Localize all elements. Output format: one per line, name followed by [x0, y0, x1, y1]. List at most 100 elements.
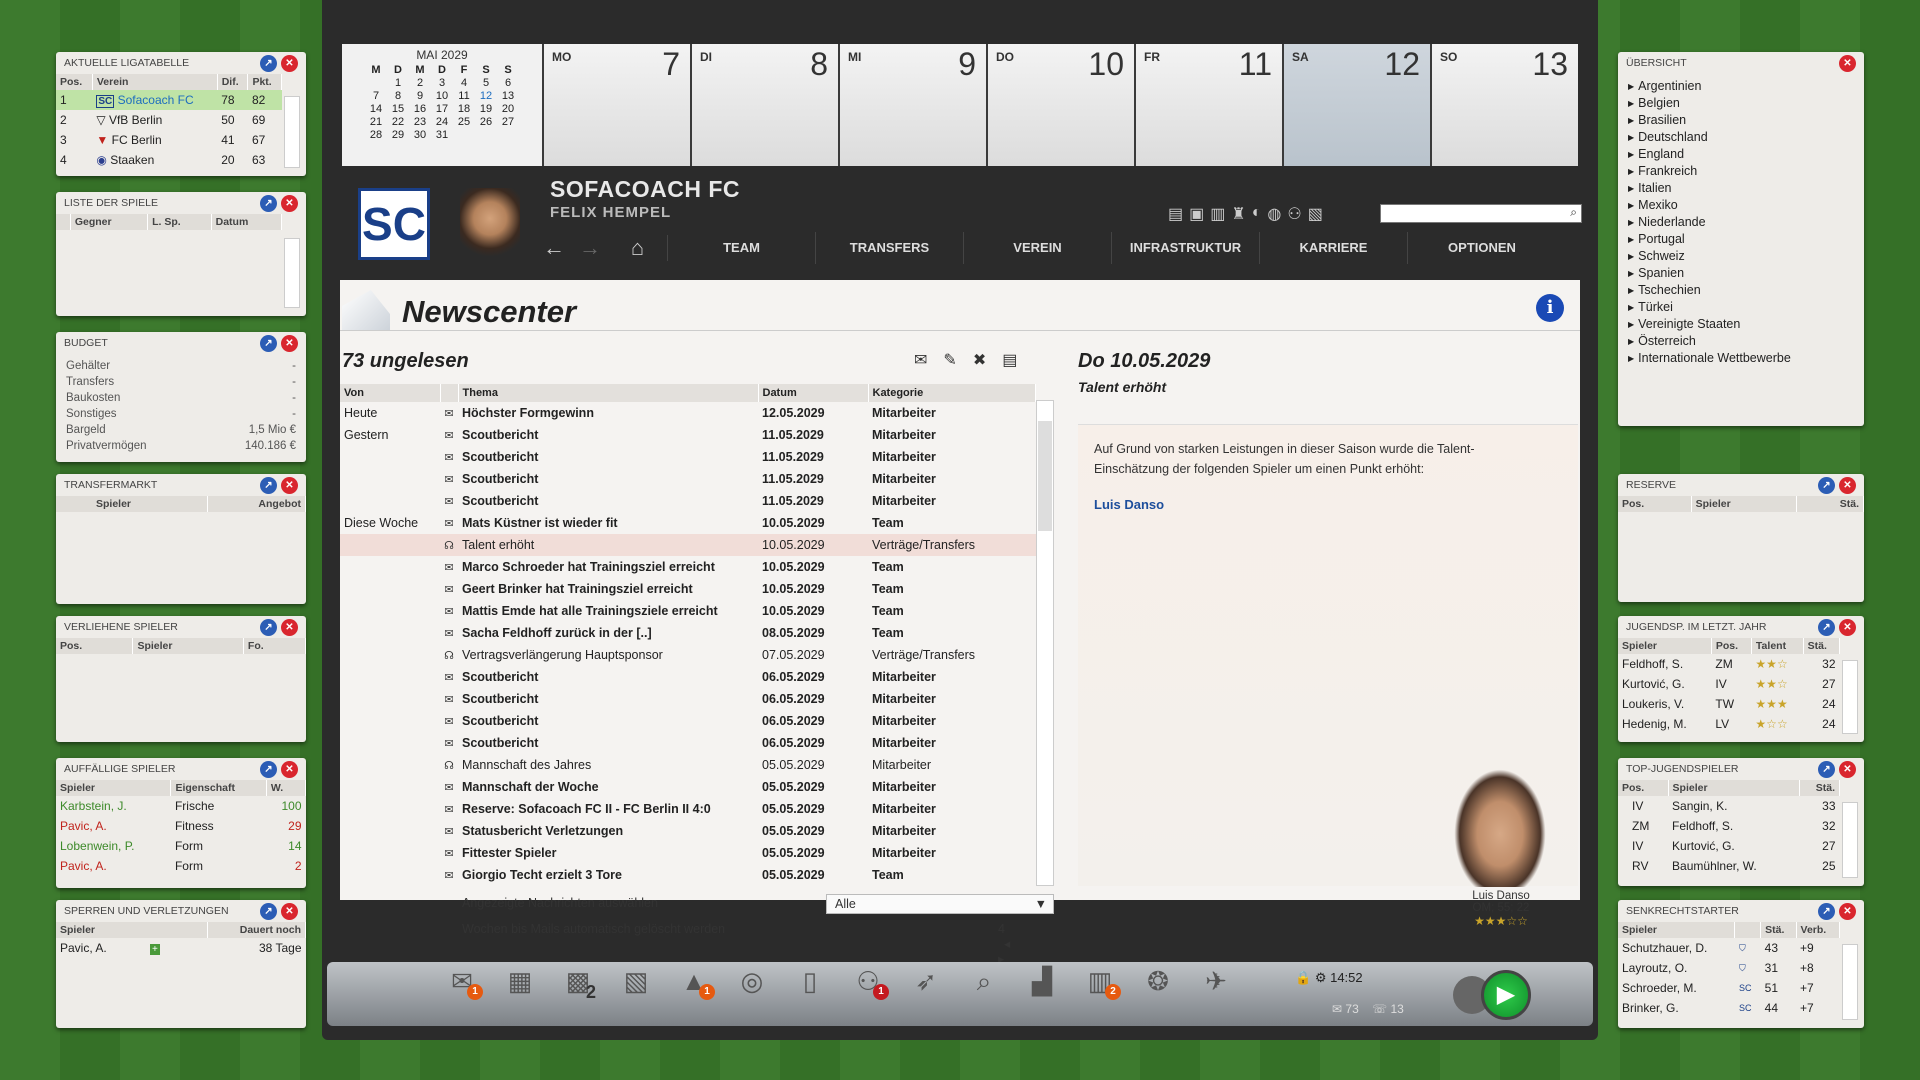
message-row[interactable]: Heute ✉ Höchster Formgewinn 12.05.2029 Mitar… — [340, 402, 1036, 424]
info-icon[interactable]: i — [1536, 294, 1564, 322]
tree-item[interactable]: Brasilien — [1628, 112, 1854, 129]
day-column[interactable]: DO 10 — [986, 44, 1134, 166]
calendar-day[interactable] — [453, 129, 475, 142]
calendar-icon[interactable]: ▣ — [1189, 204, 1204, 224]
scouting-icon[interactable]: ➶ — [909, 966, 943, 998]
archive-icon[interactable]: ▤ — [1002, 350, 1017, 370]
table-row[interactable]: Feldhoff, S. ZM ★★☆ 32 — [1618, 654, 1840, 674]
documents-icon[interactable]: ▧ — [1308, 204, 1323, 224]
close-icon[interactable]: ✕ — [1839, 476, 1856, 494]
lock-icon[interactable]: 🔒 — [1295, 970, 1311, 985]
expand-icon[interactable]: ↗ — [260, 194, 277, 212]
message-row[interactable]: ✉ Scoutbericht 06.05.2029 Mitarbeiter — [340, 688, 1036, 710]
calendar-day[interactable]: 29 — [387, 129, 409, 142]
tree-item[interactable]: Belgien — [1628, 95, 1854, 112]
table-row[interactable]: Schroeder, M. SC 51 +7 — [1618, 978, 1840, 998]
table-row[interactable]: ZM Feldhoff, S. 32 — [1618, 816, 1840, 836]
message-row[interactable]: ✉ Statusbericht Verletzungen 05.05.2029 Mit… — [340, 820, 1036, 842]
message-row[interactable]: ☊ Talent erhöht 10.05.2029 Verträge/Transfe… — [340, 534, 1036, 556]
calendar-day[interactable]: 31 — [431, 129, 453, 142]
calendar-day[interactable]: 6 — [497, 77, 519, 90]
table-row[interactable]: 2 ▽ VfB Berlin 50 69 — [56, 110, 282, 130]
tree-item[interactable]: Schweiz — [1628, 248, 1854, 265]
mini-calendar[interactable]: MAI 2029 M D M D F S S 1 2 3 4 5 6 7 8 9 10 11 12 13 14 15 16 1… — [342, 44, 542, 166]
news-icon[interactable]: ▤ — [1168, 204, 1183, 224]
tree-item[interactable]: Italien — [1628, 180, 1854, 197]
col-header[interactable]: Von — [340, 384, 441, 402]
table-row[interactable]: Brinker, G. SC 44 +7 — [1618, 998, 1840, 1018]
books-icon[interactable]: ▥ 2 — [1083, 966, 1121, 1000]
filter-select[interactable]: Alle ▼ — [826, 894, 1054, 914]
tree-item[interactable]: Frankreich — [1628, 163, 1854, 180]
tree-item[interactable]: Argentinien — [1628, 78, 1854, 95]
message-row[interactable]: ✉ Reserve: Sofacoach FC II - FC Berlin II… — [340, 798, 1036, 820]
tree-item[interactable]: Deutschland — [1628, 129, 1854, 146]
scrollbar[interactable] — [284, 238, 300, 308]
close-icon[interactable]: ✕ — [281, 760, 298, 778]
calendar-day[interactable] — [497, 129, 519, 142]
message-row[interactable]: ✉ Mannschaft der Woche 05.05.2029 Mitarbeit… — [340, 776, 1036, 798]
scrollbar[interactable] — [1842, 802, 1858, 878]
delete-mail-icon[interactable]: ✖ — [973, 350, 986, 370]
scrollbar[interactable] — [284, 96, 300, 168]
calendar-day[interactable]: 16 — [409, 103, 431, 116]
continue-play-button[interactable]: ▶ — [1481, 970, 1531, 1020]
table-row[interactable]: RV Baumühlner, W. 25 — [1618, 856, 1840, 876]
calendar-day[interactable]: 28 — [365, 129, 387, 142]
globe-icon[interactable]: ◍ — [1267, 204, 1281, 224]
expand-icon[interactable]: ↗ — [260, 618, 277, 636]
table-row[interactable]: Pavic, A. Fitness 29 — [56, 816, 306, 836]
message-row[interactable]: ☊ Vertragsverlängerung Hauptsponsor 07.05.… — [340, 644, 1036, 666]
col-header[interactable]: Thema — [458, 384, 759, 402]
close-icon[interactable]: ✕ — [281, 476, 298, 494]
expand-icon[interactable]: ↗ — [1818, 760, 1835, 778]
calendar-day[interactable]: 10 — [431, 90, 453, 103]
table-row[interactable]: Lobenwein, P. Form 14 — [56, 836, 306, 856]
weeks-stepper[interactable]: 4 ◂ ▸ — [998, 922, 1010, 966]
expand-icon[interactable]: ↗ — [1818, 902, 1835, 920]
table-row[interactable]: Loukeris, V. TW ★★★ 24 — [1618, 694, 1840, 714]
message-row[interactable]: ☊ Mannschaft des Jahres 05.05.2029 Mitarbei… — [340, 754, 1036, 776]
message-row[interactable]: ✉ Geert Brinker hat Trainingsziel erreich… — [340, 578, 1036, 600]
message-row[interactable]: ✉ Mattis Emde hat alle Trainingsziele err… — [340, 600, 1036, 622]
day-column[interactable]: FR 11 — [1134, 44, 1282, 166]
calendar-day[interactable]: 9 — [409, 90, 431, 103]
table-row[interactable]: 1 SC Sofacoach FC 78 82 — [56, 90, 282, 110]
message-row[interactable]: Diese Woche ✉ Mats Küstner ist wieder fit 1… — [340, 512, 1036, 534]
message-row[interactable]: ✉ Scoutbericht 06.05.2029 Mitarbeiter — [340, 666, 1036, 688]
day-column[interactable]: MI 9 — [838, 44, 986, 166]
table-row[interactable]: 4 ◉ Staaken 20 63 — [56, 150, 282, 170]
player-link[interactable]: Luis Danso — [1094, 497, 1164, 512]
table-row[interactable]: 3 ▼ FC Berlin 41 67 — [56, 130, 282, 150]
calendar-day[interactable]: 25 — [453, 116, 475, 129]
message-row[interactable]: ✉ Sacha Feldhoff zurück in der [..] 08.05.… — [340, 622, 1036, 644]
scrollbar[interactable] — [1842, 660, 1858, 734]
calendar-day[interactable]: 20 — [497, 103, 519, 116]
calendar-day[interactable]: 30 — [409, 129, 431, 142]
youth-icon[interactable]: ✈ — [1199, 966, 1233, 998]
close-icon[interactable]: ✕ — [281, 618, 298, 636]
forward-arrow-icon[interactable]: → — [572, 235, 608, 261]
calendar-day[interactable]: 5 — [475, 77, 497, 90]
gear-icon[interactable]: ⚙ — [1315, 970, 1327, 985]
tree-item[interactable]: Österreich — [1628, 333, 1854, 350]
close-icon[interactable]: ✕ — [281, 334, 298, 352]
trophy-icon[interactable]: ♜ — [1231, 204, 1245, 224]
tree-item[interactable]: Türkei — [1628, 299, 1854, 316]
ball-icon[interactable]: ◎ — [735, 966, 769, 998]
message-row[interactable]: ✉ Marco Schroeder hat Trainingsziel errei… — [340, 556, 1036, 578]
col-header[interactable]: Kategorie — [868, 384, 1036, 402]
search-icon[interactable]: ⌕ — [1570, 205, 1577, 220]
nav-optionen[interactable]: OPTIONEN — [1408, 232, 1556, 264]
table-row[interactable]: IV Sangin, K. 33 — [1618, 796, 1840, 816]
calendar-day[interactable]: 24 — [431, 116, 453, 129]
calendar-day[interactable]: 22 — [387, 116, 409, 129]
table-row[interactable]: Layroutz, O. ⛉ 31 +8 — [1618, 958, 1840, 978]
mark-read-icon[interactable]: ✉ — [914, 350, 927, 370]
calendar-day[interactable]: 19 — [475, 103, 497, 116]
tree-item[interactable]: Spanien — [1628, 265, 1854, 282]
fans-icon[interactable]: ❂ — [1141, 966, 1175, 998]
stats-icon[interactable]: ▥ — [1210, 204, 1225, 224]
message-scrollbar[interactable] — [1036, 400, 1054, 886]
expand-icon[interactable]: ↗ — [260, 334, 277, 352]
